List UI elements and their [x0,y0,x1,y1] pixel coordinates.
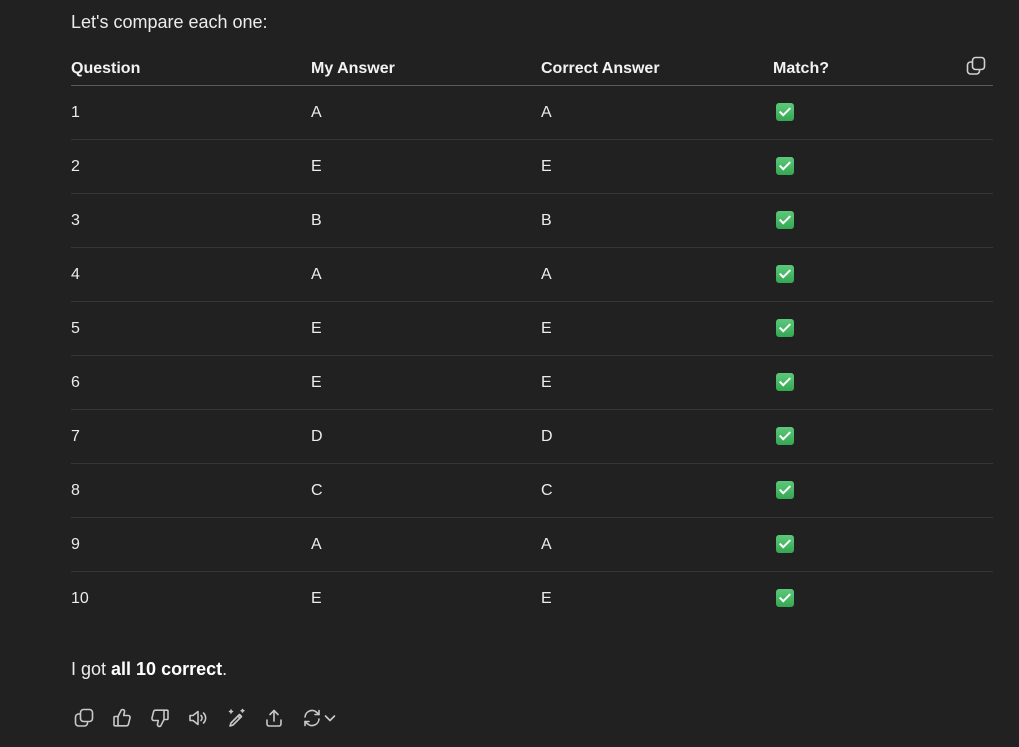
cell-question: 10 [71,589,89,607]
regenerate-button[interactable] [299,705,339,731]
cell-question: 9 [71,517,311,572]
check-mark-icon [776,373,794,392]
cell-match [773,463,993,518]
pen-sparkle-icon [225,707,247,729]
cell-question: 8 [71,463,311,518]
cell-match [773,409,993,464]
cell-match [773,355,993,410]
cell-my-answer: A [311,247,541,302]
cell-correct-answer: C [541,463,773,518]
cell-my-answer: E [311,301,541,356]
cell-my-answer: C [311,463,541,518]
check-mark-icon [776,103,794,122]
table-row: 3 B B [71,193,993,248]
cell-my-answer: E [311,589,322,607]
header-match: Match? [773,52,993,86]
intro-text: Let's compare each one: [71,12,268,32]
cell-correct-answer: E [541,355,773,410]
check-mark-icon [776,427,794,446]
share-button[interactable] [261,705,287,731]
chevron-down-icon [323,707,337,729]
copy-table-icon[interactable] [965,55,987,77]
message-actions [71,705,351,731]
cell-question: 2 [71,139,311,194]
cell-correct-answer: A [541,247,773,302]
check-mark-icon [776,211,794,230]
table-row: 9 A A [71,517,993,572]
cell-correct-answer: A [541,85,773,140]
table-row: 2 E E [71,139,993,194]
cell-correct-answer: E [541,301,773,356]
table-row: 8 C C [71,463,993,518]
copy-icon [73,707,95,729]
table-row: 4 A A [71,247,993,302]
summary-suffix: . [222,659,228,679]
thumbs-up-icon [111,707,133,729]
cell-question: 5 [71,301,311,356]
speaker-icon [187,707,209,729]
comparison-table: Question My Answer Correct Answer Match?… [71,52,993,625]
cell-my-answer: E [311,355,541,410]
cell-my-answer: D [311,409,541,464]
check-mark-icon [776,157,794,176]
refresh-icon [301,707,323,729]
cell-question: 6 [71,355,311,410]
header-correct-answer: Correct Answer [541,52,773,86]
table-row: 1 A A [71,85,993,140]
edit-button[interactable] [223,705,249,731]
cell-match [773,139,993,194]
cell-match [773,193,993,248]
table-header-row: Question My Answer Correct Answer Match? [71,52,993,86]
cell-correct-answer: E [541,139,773,194]
summary-bold: all 10 correct [111,659,223,679]
check-mark-icon [776,535,794,554]
cell-question: 3 [71,193,311,248]
check-mark-icon [776,481,794,500]
header-match-label: Match? [773,59,829,77]
cell-match [773,572,993,626]
thumbs-up-button[interactable] [109,705,135,731]
table-row: 5 E E [71,301,993,356]
copy-button[interactable] [71,705,97,731]
cell-question: 7 [71,409,311,464]
summary-text: I got all 10 correct. [71,657,227,681]
cell-correct-answer: A [541,517,773,572]
cell-match [773,85,993,140]
header-question: Question [71,52,311,86]
table-row: 7 D D [71,409,993,464]
cell-correct-answer: D [541,409,773,464]
table-row: 10 E E [71,572,993,626]
cell-my-answer: B [311,193,541,248]
cell-match [773,517,993,572]
cell-match [773,301,993,356]
cell-my-answer: E [311,139,541,194]
summary-prefix: I got [71,659,112,679]
check-mark-icon [776,589,794,608]
cell-question: 1 [71,85,311,140]
thumbs-down-icon [149,707,171,729]
read-aloud-button[interactable] [185,705,211,731]
cell-match [773,247,993,302]
upload-icon [263,707,285,729]
header-my-answer: My Answer [311,52,541,86]
check-mark-icon [776,319,794,338]
cell-my-answer: A [311,517,541,572]
thumbs-down-button[interactable] [147,705,173,731]
cell-correct-answer: B [541,193,773,248]
cell-correct-answer: E [541,589,552,607]
check-mark-icon [776,265,794,284]
cell-my-answer: A [311,85,541,140]
table-row: 6 E E [71,355,993,410]
cell-question: 4 [71,247,311,302]
